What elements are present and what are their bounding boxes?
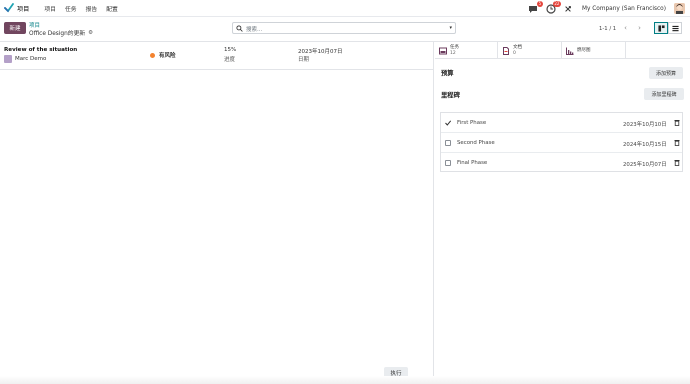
update-title: Review of the situation [4, 47, 78, 53]
sidebar-tabs: 任务 12 文档 0 燃尽图 [435, 42, 690, 59]
view-switch-list-panel[interactable] [654, 22, 668, 34]
add-budget-button[interactable]: 添加预算 [649, 67, 683, 79]
project-app-icon[interactable] [4, 3, 14, 13]
chat-badge: 5 [536, 0, 543, 7]
updates-list: Review of the situation Marc Demo 有风险 15… [0, 42, 434, 384]
date-label: 日期 [298, 57, 310, 63]
activity-badge: 22 [552, 0, 561, 7]
control-panel: 新建 项目 Office Design的更新 ⚙ 搜索... ▾ 1-1 / 1… [0, 17, 690, 42]
milestones-title: 里程碑 [441, 92, 460, 99]
status-label: 有风险 [159, 53, 176, 59]
search-input[interactable]: 搜索... [246, 25, 262, 33]
company-switcher[interactable]: My Company (San Francisco) [582, 6, 666, 12]
gear-icon[interactable]: ⚙ [88, 30, 93, 36]
progress-value: 15% [224, 47, 237, 53]
milestone-name[interactable]: Final Phase [457, 160, 487, 166]
list-view-icon [671, 25, 679, 31]
tasks-icon [439, 47, 447, 54]
milestone-list: First Phase 2023年10月10日 Second Phase 202… [440, 112, 683, 172]
trash-icon[interactable] [674, 159, 680, 166]
top-navbar: 项目 项目 任务 报告 配置 5 22 My Company (San Fran… [0, 0, 690, 17]
milestone-row[interactable]: First Phase 2023年10月10日 [441, 113, 682, 133]
new-button[interactable]: 新建 [4, 22, 26, 34]
tab-documents-count: 0 [513, 50, 516, 56]
menu-item-projects[interactable]: 项目 [44, 4, 56, 13]
pager-next-icon[interactable]: › [635, 23, 644, 33]
author-name: Marc Demo [15, 56, 47, 62]
checkbox-icon[interactable] [445, 140, 451, 146]
breadcrumb-current-label: Office Design的更新 [29, 31, 86, 37]
search-bar[interactable]: 搜索... ▾ [232, 22, 456, 34]
chat-icon[interactable]: 5 [528, 0, 543, 14]
user-avatar[interactable] [674, 3, 685, 14]
tab-tasks-count: 12 [450, 50, 456, 56]
tab-burndown-label: 燃尽图 [577, 47, 591, 53]
menu-item-tasks[interactable]: 任务 [65, 4, 77, 13]
update-row[interactable]: Review of the situation Marc Demo 有风险 15… [0, 42, 434, 70]
list-panel-view-icon [657, 24, 665, 32]
status-dot-icon [150, 52, 155, 58]
milestone-date[interactable]: 2023年10月10日 [623, 120, 667, 128]
budget-title: 预算 [441, 70, 454, 77]
checkbox-icon[interactable] [445, 160, 451, 166]
add-milestone-button[interactable]: 添加里程碑 [644, 88, 684, 100]
burndown-chart-icon [566, 47, 574, 55]
activity-clock-icon[interactable]: 22 [546, 0, 561, 14]
milestone-date[interactable]: 2025年10月07日 [623, 160, 667, 168]
tab-documents[interactable]: 文档 0 [498, 42, 562, 59]
update-author: Marc Demo [4, 55, 46, 63]
document-icon [503, 46, 509, 55]
trash-icon[interactable] [674, 139, 680, 146]
search-toggle-caret-icon[interactable]: ▾ [449, 25, 452, 31]
date-value: 2023年10月07日 [298, 49, 343, 55]
view-switch-list[interactable] [668, 22, 682, 34]
trash-icon[interactable] [674, 119, 680, 126]
app-name[interactable]: 项目 [17, 4, 29, 13]
pager-value[interactable]: 1-1 / 1 [599, 26, 616, 32]
debug-tools-icon[interactable] [564, 5, 572, 13]
milestone-name[interactable]: First Phase [457, 120, 486, 126]
milestone-row[interactable]: Second Phase 2024年10月15日 [441, 133, 682, 153]
bottom-shadow [0, 376, 690, 384]
milestone-name[interactable]: Second Phase [457, 140, 495, 146]
update-status: 有风险 [150, 51, 176, 59]
pager-previous-icon[interactable]: ‹ [621, 23, 630, 33]
progress-label: 进度 [224, 57, 236, 63]
menu-item-reporting[interactable]: 报告 [86, 4, 98, 13]
breadcrumb-current: Office Design的更新 ⚙ [29, 28, 93, 38]
checked-checkbox-icon[interactable] [445, 120, 451, 126]
author-avatar [4, 55, 12, 63]
menu-item-configuration[interactable]: 配置 [106, 4, 118, 13]
search-icon [236, 25, 243, 32]
project-sidebar: 任务 12 文档 0 燃尽图 预算 添加预算 里程碑 添加里程碑 First Pha… [435, 42, 690, 384]
milestone-row[interactable]: Final Phase 2025年10月07日 [441, 153, 682, 173]
tab-tasks[interactable]: 任务 12 [435, 42, 498, 59]
milestone-date[interactable]: 2024年10月15日 [623, 140, 667, 148]
tab-burndown[interactable]: 燃尽图 [562, 42, 626, 59]
